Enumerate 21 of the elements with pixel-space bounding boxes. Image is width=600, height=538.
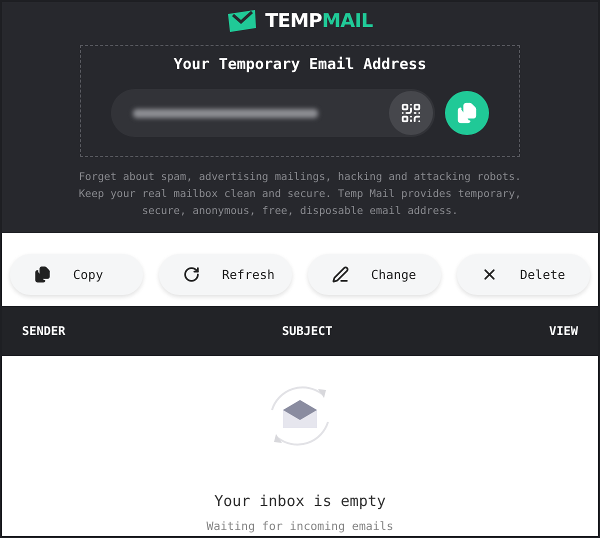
description-text: Forget about spam, advertising mailings, hacking and attacking robots. Keep your real mailbox clean and secure. Temp Mail provides temporary, secure, anonymous, free, disposable email address. xyxy=(78,170,522,219)
copy-button[interactable] xyxy=(445,91,489,135)
column-header: SUBJECT xyxy=(282,324,333,338)
qr-code-icon xyxy=(400,102,422,124)
copy-icon xyxy=(456,102,478,124)
delete-button[interactable]: Delete xyxy=(457,254,590,295)
column-header: SENDER xyxy=(22,324,66,338)
envelope-logo-icon xyxy=(227,10,258,32)
column-header: VIEW xyxy=(549,324,578,338)
empty-title: Your inbox is empty xyxy=(214,492,386,510)
empty-subtitle: Waiting for incoming emails xyxy=(206,519,394,533)
copy-button[interactable]: Copy xyxy=(10,254,143,295)
email-field[interactable] xyxy=(111,89,435,137)
refresh-icon xyxy=(183,266,200,283)
qr-code-button[interactable] xyxy=(389,91,433,135)
pen-icon xyxy=(332,266,349,283)
logo-text: TEMPMAIL xyxy=(265,10,373,32)
copy-icon xyxy=(34,266,51,283)
panel-title: Your Temporary Email Address xyxy=(174,55,426,73)
refresh-button[interactable]: Refresh xyxy=(159,254,292,295)
change-button[interactable]: Change xyxy=(308,254,441,295)
